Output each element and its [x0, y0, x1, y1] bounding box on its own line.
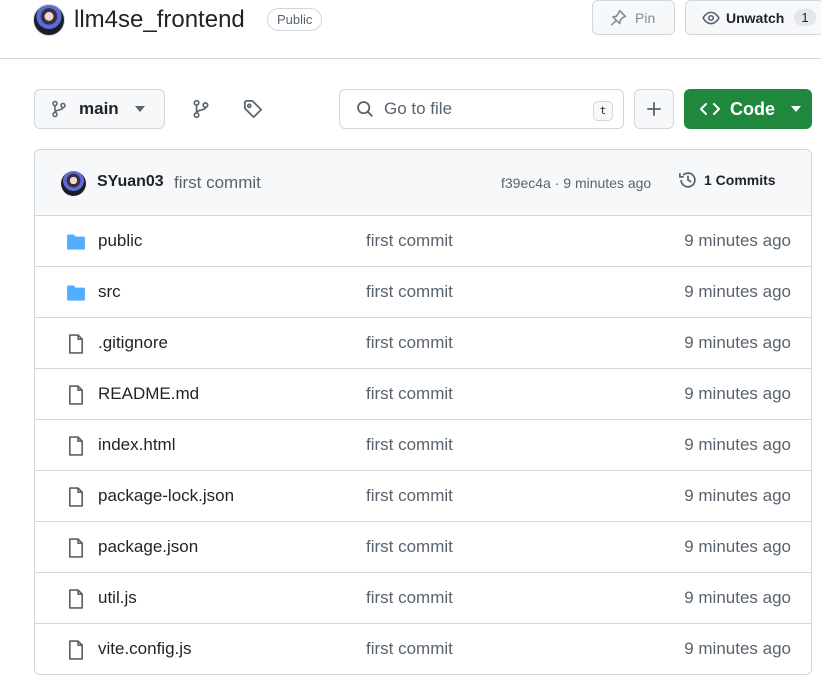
code-button[interactable]: Code: [684, 89, 812, 129]
file-commit-time: 9 minutes ago: [684, 333, 791, 352]
avatar[interactable]: [61, 171, 86, 196]
table-row[interactable]: util.js first commit 9 minutes ago: [35, 573, 811, 624]
file-commit-time: 9 minutes ago: [684, 282, 791, 301]
repo-name[interactable]: llm4se_frontend: [74, 5, 245, 35]
file-name[interactable]: index.html: [98, 435, 175, 455]
file-commit-time: 9 minutes ago: [684, 588, 791, 607]
pin-label: Pin: [635, 9, 656, 26]
file-commit-message[interactable]: first commit: [366, 486, 453, 506]
file-icon: [65, 588, 87, 610]
commit-message[interactable]: first commit: [174, 173, 261, 193]
file-commit-time: 9 minutes ago: [684, 384, 791, 403]
file-icon: [65, 384, 87, 406]
file-commit-message[interactable]: first commit: [366, 282, 453, 302]
folder-icon: [65, 282, 87, 304]
file-icon: [65, 639, 87, 661]
chevron-down-icon: [791, 106, 801, 112]
file-icon: [65, 486, 87, 508]
branch-icon: [52, 100, 66, 118]
file-icon: [65, 435, 87, 457]
commits-link[interactable]: 1 Commits: [678, 170, 776, 190]
table-row[interactable]: vite.config.js first commit 9 minutes ago: [35, 624, 811, 674]
commit-author[interactable]: SYuan03: [97, 173, 164, 191]
branch-selector[interactable]: main: [34, 89, 165, 129]
file-commit-message[interactable]: first commit: [366, 435, 453, 455]
go-to-file-search[interactable]: t: [339, 89, 624, 129]
search-icon: [357, 101, 373, 117]
search-input[interactable]: [384, 99, 574, 119]
owner-avatar[interactable]: [33, 4, 65, 36]
code-icon: [700, 103, 720, 115]
table-row[interactable]: README.md first commit 9 minutes ago: [35, 369, 811, 420]
repo-header: llm4se_frontend Public Pin Unwatch 1: [0, 0, 821, 59]
plus-icon: [647, 102, 661, 116]
file-commit-message[interactable]: first commit: [366, 588, 453, 608]
commit-hash-time[interactable]: f39ec4a · 9 minutes ago: [501, 175, 651, 191]
file-list: SYuan03 first commit f39ec4a · 9 minutes…: [34, 149, 812, 675]
file-commit-time: 9 minutes ago: [684, 486, 791, 505]
file-name[interactable]: .gitignore: [98, 333, 168, 353]
chevron-down-icon: [134, 106, 145, 112]
table-row[interactable]: package.json first commit 9 minutes ago: [35, 522, 811, 573]
file-commit-time: 9 minutes ago: [684, 639, 791, 658]
history-icon: [679, 172, 696, 188]
file-commit-time: 9 minutes ago: [684, 231, 791, 250]
table-row[interactable]: package-lock.json first commit 9 minutes a…: [35, 471, 811, 522]
visibility-badge: Public: [267, 8, 323, 31]
file-commit-message[interactable]: first commit: [366, 537, 453, 557]
code-label: Code: [730, 98, 775, 119]
shortcut-key: t: [593, 101, 613, 121]
file-name[interactable]: README.md: [98, 384, 199, 404]
branch-name: main: [79, 99, 119, 118]
branches-icon: [193, 99, 209, 119]
file-name[interactable]: src: [98, 282, 121, 302]
watch-count: 1: [794, 9, 816, 26]
file-name[interactable]: package.json: [98, 537, 198, 557]
file-commit-message[interactable]: first commit: [366, 333, 453, 353]
eye-icon: [702, 11, 720, 24]
add-file-button[interactable]: [634, 89, 674, 129]
branches-link[interactable]: [190, 98, 212, 120]
table-row[interactable]: .gitignore first commit 9 minutes ago: [35, 318, 811, 369]
commits-label: 1 Commits: [704, 172, 776, 188]
tag-icon: [244, 100, 262, 118]
watch-button[interactable]: Unwatch 1: [685, 0, 821, 35]
file-name[interactable]: util.js: [98, 588, 137, 608]
tags-link[interactable]: [242, 98, 264, 120]
table-row[interactable]: public first commit 9 minutes ago: [35, 216, 811, 267]
folder-icon: [65, 231, 87, 253]
file-name[interactable]: package-lock.json: [98, 486, 234, 506]
table-row[interactable]: src first commit 9 minutes ago: [35, 267, 811, 318]
file-icon: [65, 333, 87, 355]
file-icon: [65, 537, 87, 559]
table-row[interactable]: index.html first commit 9 minutes ago: [35, 420, 811, 471]
file-rows: public first commit 9 minutes ago src first …: [35, 216, 811, 674]
file-name[interactable]: vite.config.js: [98, 639, 192, 659]
file-name[interactable]: public: [98, 231, 142, 251]
file-commit-message[interactable]: first commit: [366, 639, 453, 659]
watch-label: Unwatch: [726, 9, 785, 26]
file-commit-time: 9 minutes ago: [684, 537, 791, 556]
pin-button[interactable]: Pin: [592, 0, 675, 35]
pin-icon: [611, 9, 627, 26]
file-commit-time: 9 minutes ago: [684, 435, 791, 454]
latest-commit-bar: SYuan03 first commit f39ec4a · 9 minutes…: [35, 150, 811, 216]
file-commit-message[interactable]: first commit: [366, 231, 453, 251]
file-commit-message[interactable]: first commit: [366, 384, 453, 404]
